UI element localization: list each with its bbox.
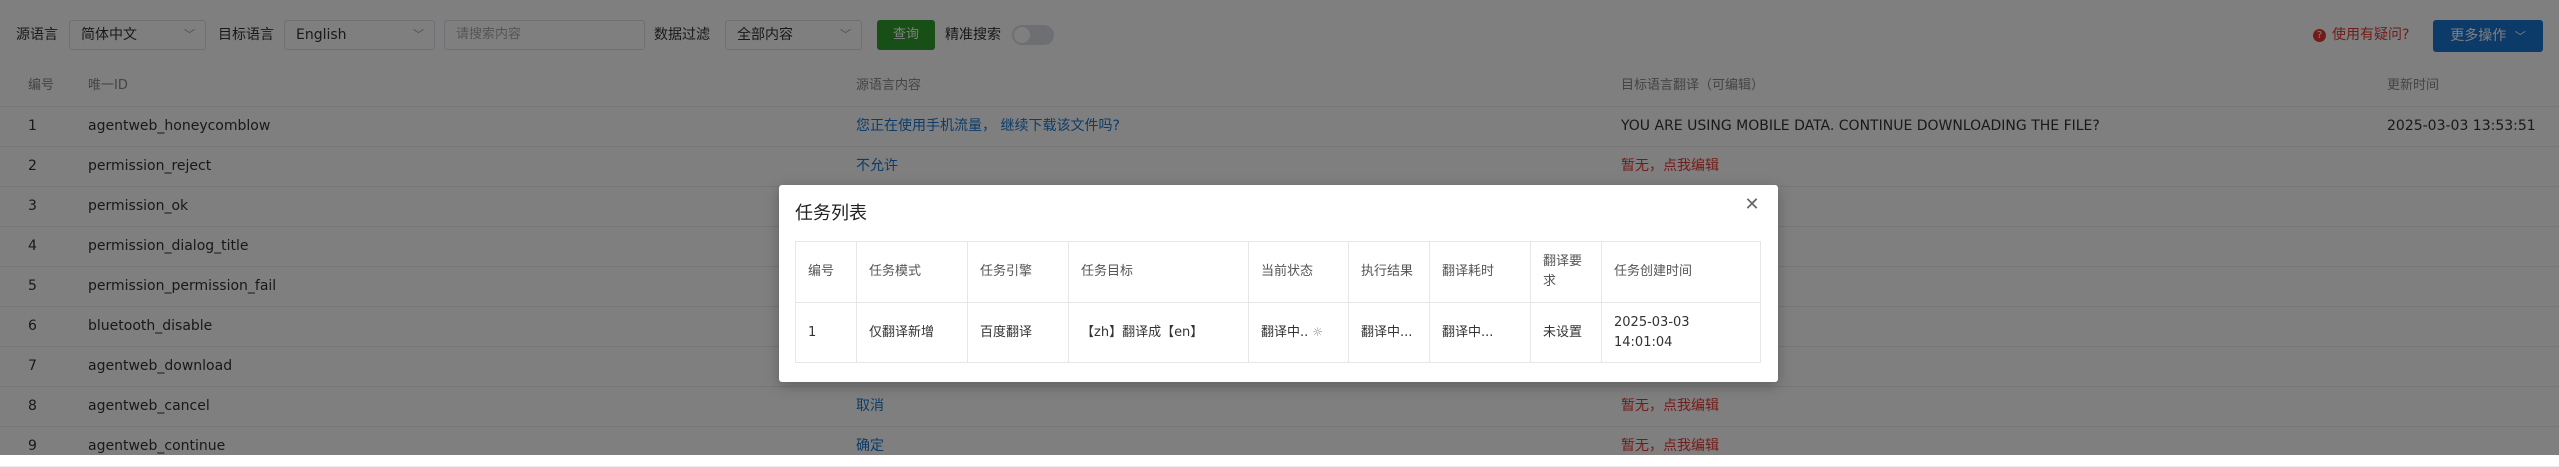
task-requirement: 未设置 [1530,302,1602,363]
task-status-cell: 翻译中.. ☼ [1248,302,1349,363]
task-created: 2025-03-03 14:01:04 [1601,302,1761,363]
table-row: 1 仅翻译新增 百度翻译 【zh】翻译成【en】 翻译中.. ☼ 翻译中... 翻… [795,302,1761,363]
task-table: 编号 任务模式 任务引擎 任务目标 当前状态 执行结果 翻译耗时 翻译要求 任务… [795,241,1761,363]
task-table-header: 编号 任务模式 任务引擎 任务目标 当前状态 执行结果 翻译耗时 翻译要求 任务… [795,241,1761,303]
task-mode: 仅翻译新增 [856,302,968,363]
task-status: 翻译中.. [1261,325,1309,340]
task-result: 翻译中... [1348,302,1430,363]
th-mode: 任务模式 [856,241,968,303]
th-requirement: 翻译要求 [1530,241,1602,303]
th-result: 执行结果 [1348,241,1430,303]
th-target: 任务目标 [1068,241,1249,303]
task-engine: 百度翻译 [967,302,1069,363]
task-duration: 翻译中... [1429,302,1531,363]
close-icon[interactable]: ✕ [1742,195,1762,215]
task-list-dialog: 任务列表 ✕ 编号 任务模式 任务引擎 任务目标 当前状态 执行结果 翻译耗时 … [779,185,1778,382]
th-created: 任务创建时间 [1601,241,1761,303]
th-status: 当前状态 [1248,241,1349,303]
loading-spinner-icon: ☼ [1312,325,1324,339]
dialog-title: 任务列表 [795,203,867,224]
task-target: 【zh】翻译成【en】 [1068,302,1249,363]
th-num: 编号 [795,241,857,303]
task-num: 1 [795,302,857,363]
th-duration: 翻译耗时 [1429,241,1531,303]
th-engine: 任务引擎 [967,241,1069,303]
